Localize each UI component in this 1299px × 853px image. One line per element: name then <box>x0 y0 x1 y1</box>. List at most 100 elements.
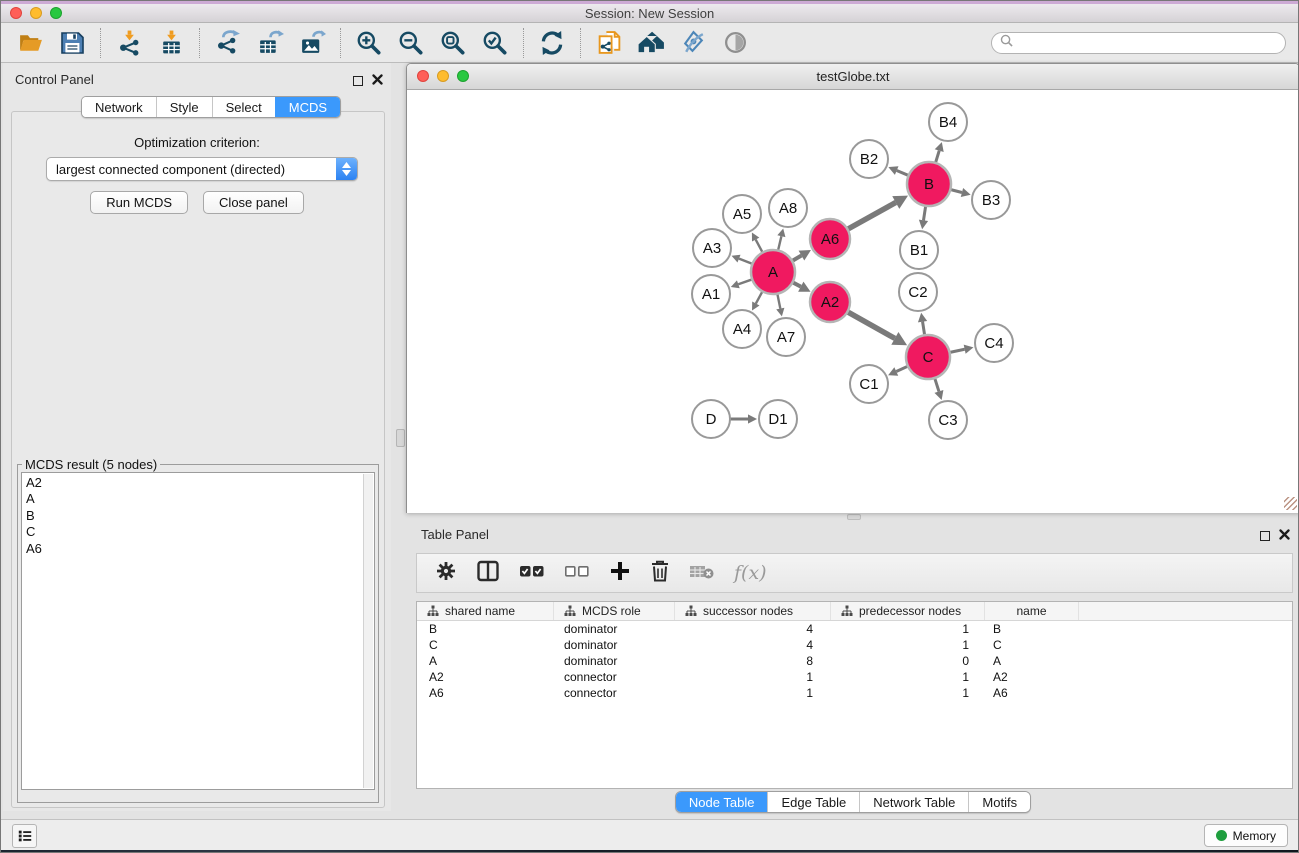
network-canvas[interactable]: B4B2BB3A5A8A6B1A3AA1C2A2A4A7C4CC1C3DD1 <box>407 90 1299 513</box>
criterion-dropdown[interactable]: largest connected component (directed) <box>46 157 358 181</box>
run-mcds-button[interactable]: Run MCDS <box>90 191 188 214</box>
column-header-shared-name[interactable]: shared name <box>417 602 554 620</box>
graph-node-label: B3 <box>982 192 1000 209</box>
graph-node-label: D <box>706 411 717 428</box>
tab-select[interactable]: Select <box>212 97 275 117</box>
graph-node-label: D1 <box>768 411 787 428</box>
graph-node-label: B2 <box>860 151 878 168</box>
status-bar: Memory <box>1 819 1298 850</box>
result-item[interactable]: A <box>26 491 360 507</box>
title-bar: Session: New Session <box>1 1 1298 23</box>
zoom-selected-icon[interactable] <box>477 26 513 60</box>
graph-arrowhead <box>964 345 974 354</box>
graph-node-label: C <box>923 349 934 366</box>
home-icon[interactable] <box>633 26 669 60</box>
graph-node-label: A8 <box>779 200 797 217</box>
graph-node-label: C4 <box>984 335 1003 352</box>
graph-edge-A6-B[interactable] <box>846 202 896 230</box>
select-all-checks-icon[interactable] <box>519 564 545 583</box>
table-row[interactable]: A6connector11A6 <box>417 685 1292 701</box>
table-panel: Table Panel f(x) shared name M <box>406 521 1299 817</box>
table-row[interactable]: A2connector11A2 <box>417 669 1292 685</box>
column-header-successor-nodes[interactable]: successor nodes <box>675 602 831 620</box>
table-header-row: shared name MCDS role successor nodes pr… <box>417 602 1292 621</box>
export-table-icon[interactable] <box>252 26 288 60</box>
delete-column-icon[interactable] <box>650 559 670 587</box>
tab-node-table[interactable]: Node Table <box>676 792 768 812</box>
close-panel-icon[interactable] <box>372 72 383 90</box>
network-window-titlebar[interactable]: testGlobe.txt <box>407 64 1299 90</box>
result-item[interactable]: C <box>26 524 360 540</box>
open-session-icon[interactable] <box>12 26 48 60</box>
tab-style[interactable]: Style <box>156 97 212 117</box>
tab-motifs[interactable]: Motifs <box>968 792 1030 812</box>
float-table-panel-icon[interactable] <box>1260 531 1270 541</box>
graph-node-label: B1 <box>910 242 928 259</box>
application-window: Session: New Session <box>0 0 1299 853</box>
show-hide-icon[interactable] <box>717 26 753 60</box>
close-panel-button[interactable]: Close panel <box>203 191 304 214</box>
tab-edge-table[interactable]: Edge Table <box>767 792 859 812</box>
table-row[interactable]: Bdominator41B <box>417 621 1292 637</box>
result-item[interactable]: B <box>26 508 360 524</box>
export-network-icon[interactable] <box>210 26 246 60</box>
table-row[interactable]: Cdominator41C <box>417 637 1292 653</box>
graph-node-label: A1 <box>702 286 720 303</box>
zoom-in-icon[interactable] <box>351 26 387 60</box>
column-header-mcds-role[interactable]: MCDS role <box>554 602 675 620</box>
search-input[interactable] <box>1018 36 1277 50</box>
task-history-button[interactable] <box>12 824 37 848</box>
add-column-icon[interactable] <box>609 560 631 587</box>
float-panel-icon[interactable] <box>353 76 363 86</box>
delete-table-disabled-icon[interactable] <box>689 562 715 585</box>
table-toolbar: f(x) <box>416 553 1293 593</box>
resize-grip-icon[interactable] <box>1284 497 1297 510</box>
table-settings-icon[interactable] <box>435 560 457 587</box>
mcds-result-list[interactable]: A2ABCA6 <box>21 472 375 790</box>
vertical-split-handle[interactable] <box>396 429 405 447</box>
mcds-result-title: MCDS result (5 nodes) <box>22 457 160 472</box>
graph-edge-A2-C[interactable] <box>846 311 895 339</box>
table-panel-title: Table Panel <box>421 527 489 542</box>
control-panel: Control Panel Network Style Select MCDS … <box>3 63 391 811</box>
import-table-icon[interactable] <box>153 26 189 60</box>
horizontal-split-handle[interactable] <box>847 514 861 520</box>
tab-network[interactable]: Network <box>82 97 156 117</box>
tab-mcds[interactable]: MCDS <box>275 97 340 117</box>
graph-node-label: A6 <box>821 231 839 248</box>
control-panel-tabs: Network Style Select MCDS <box>81 96 341 118</box>
deselect-all-checks-icon[interactable] <box>564 564 590 583</box>
result-item[interactable]: A6 <box>26 541 360 557</box>
annotation-disabled-icon[interactable] <box>675 26 711 60</box>
result-item[interactable]: A2 <box>26 475 360 491</box>
toggle-column-pane-icon[interactable] <box>476 559 500 588</box>
export-image-icon[interactable] <box>294 26 330 60</box>
memory-button[interactable]: Memory <box>1204 824 1288 847</box>
graph-arrowhead <box>934 390 943 400</box>
node-table: shared name MCDS role successor nodes pr… <box>416 601 1293 789</box>
result-scrollbar[interactable] <box>363 474 373 788</box>
criterion-dropdown-value: largest connected component (directed) <box>47 162 336 177</box>
column-header-name[interactable]: name <box>985 602 1079 620</box>
function-builder-icon[interactable]: f(x) <box>734 562 767 584</box>
zoom-fit-icon[interactable] <box>435 26 471 60</box>
table-row[interactable]: Adominator80A <box>417 653 1292 669</box>
graph-arrowhead <box>935 142 944 152</box>
import-network-icon[interactable] <box>111 26 147 60</box>
clone-network-icon[interactable] <box>591 26 627 60</box>
graph-svg: B4B2BB3A5A8A6B1A3AA1C2A2A4A7C4CC1C3DD1 <box>407 90 1299 513</box>
dropdown-stepper-icon <box>336 158 357 180</box>
graph-arrowhead <box>919 220 928 230</box>
column-header-predecessor-nodes[interactable]: predecessor nodes <box>831 602 985 620</box>
control-panel-title: Control Panel <box>15 72 94 87</box>
save-session-icon[interactable] <box>54 26 90 60</box>
close-table-panel-icon[interactable] <box>1279 527 1290 545</box>
search-field <box>991 32 1286 54</box>
refresh-layout-icon[interactable] <box>534 26 570 60</box>
table-body: Bdominator41BCdominator41CAdominator80AA… <box>417 621 1292 701</box>
graph-node-label: C3 <box>938 412 957 429</box>
graph-node-label: A <box>768 264 778 281</box>
search-icon <box>1000 34 1013 52</box>
tab-network-table[interactable]: Network Table <box>859 792 968 812</box>
zoom-out-icon[interactable] <box>393 26 429 60</box>
